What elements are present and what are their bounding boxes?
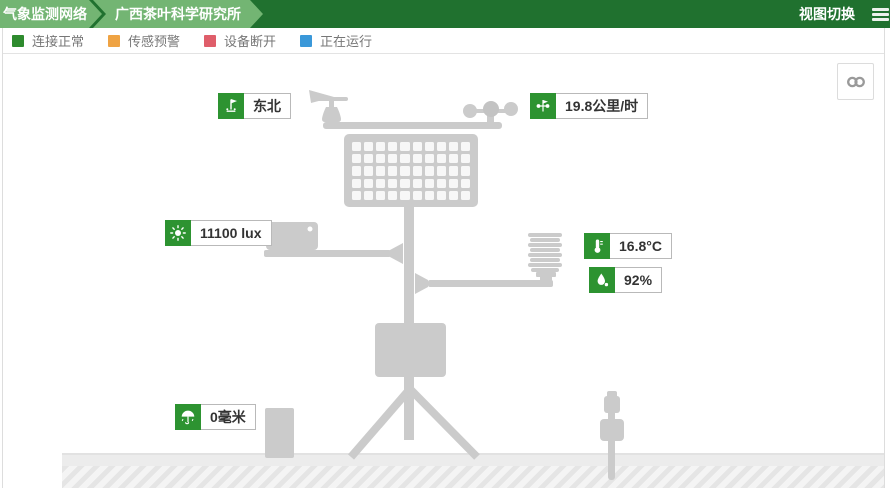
hamburger-icon[interactable] bbox=[872, 8, 889, 23]
breadcrumb-item-network[interactable]: 气象监测网络 bbox=[0, 0, 102, 28]
anemometer-graphic bbox=[463, 101, 518, 124]
sensor-humidity[interactable]: 92% bbox=[589, 267, 662, 293]
legend-label: 传感预警 bbox=[128, 31, 180, 50]
crossarm-graphic bbox=[323, 122, 502, 129]
solar-panel bbox=[344, 134, 478, 207]
wind-vane-graphic bbox=[309, 90, 348, 122]
umbrella-icon bbox=[175, 404, 201, 430]
orange-status-swatch bbox=[108, 35, 120, 47]
wind-direction-value: 东北 bbox=[244, 93, 291, 119]
legend-label: 连接正常 bbox=[32, 31, 84, 50]
rainfall-value: 0毫米 bbox=[201, 404, 256, 430]
weather-station-page: 气象监测网络 广西茶叶科学研究所 视图切换 连接正常 传感预警 设备断开 正在运… bbox=[0, 0, 890, 488]
red-status-swatch bbox=[204, 35, 216, 47]
data-logger-graphic bbox=[375, 323, 446, 377]
top-bar: 气象监测网络 广西茶叶科学研究所 视图切换 bbox=[0, 0, 890, 28]
ground-surface bbox=[62, 453, 884, 466]
legend-item-sensor-warning: 传感预警 bbox=[108, 31, 180, 50]
chain-link-icon bbox=[844, 70, 868, 94]
rain-gauge-graphic bbox=[265, 408, 294, 458]
link-button[interactable] bbox=[837, 63, 874, 100]
light-sensor-graphic bbox=[264, 222, 403, 264]
legend-label: 设备断开 bbox=[224, 31, 276, 50]
mast-graphic bbox=[404, 205, 414, 440]
wind-vane-icon bbox=[218, 93, 244, 119]
station-diagram bbox=[0, 0, 890, 488]
anemometer-icon bbox=[530, 93, 556, 119]
content-right-border bbox=[884, 28, 885, 488]
green-status-swatch bbox=[12, 35, 24, 47]
ground-hatch bbox=[62, 466, 884, 488]
humidity-value: 92% bbox=[615, 267, 662, 293]
sensor-temperature[interactable]: 16.8°C bbox=[584, 233, 672, 259]
radiation-shield-graphic bbox=[415, 233, 562, 294]
sensor-wind-speed[interactable]: 19.8公里/时 bbox=[530, 93, 648, 119]
sensor-wind-direction[interactable]: 东北 bbox=[218, 93, 291, 119]
legend-item-connected: 连接正常 bbox=[12, 31, 84, 50]
legend-item-running: 正在运行 bbox=[300, 31, 372, 50]
legend-item-disconnected: 设备断开 bbox=[204, 31, 276, 50]
status-legend: 连接正常 传感预警 设备断开 正在运行 bbox=[3, 28, 884, 54]
content-left-border bbox=[2, 28, 3, 488]
thermometer-icon bbox=[584, 233, 610, 259]
sensor-rainfall[interactable]: 0毫米 bbox=[175, 404, 256, 430]
sun-icon bbox=[165, 220, 191, 246]
wind-speed-value: 19.8公里/时 bbox=[556, 93, 648, 119]
blue-status-swatch bbox=[300, 35, 312, 47]
temperature-value: 16.8°C bbox=[610, 233, 672, 259]
tripod-graphic bbox=[351, 390, 477, 457]
legend-label: 正在运行 bbox=[320, 31, 372, 50]
view-switch-button[interactable]: 视图切换 bbox=[799, 0, 855, 28]
breadcrumb-item-site[interactable]: 广西茶叶科学研究所 bbox=[93, 0, 263, 28]
light-value: 11100 lux bbox=[191, 220, 272, 246]
sensor-light[interactable]: 11100 lux bbox=[165, 220, 272, 246]
water-drop-icon bbox=[589, 267, 615, 293]
